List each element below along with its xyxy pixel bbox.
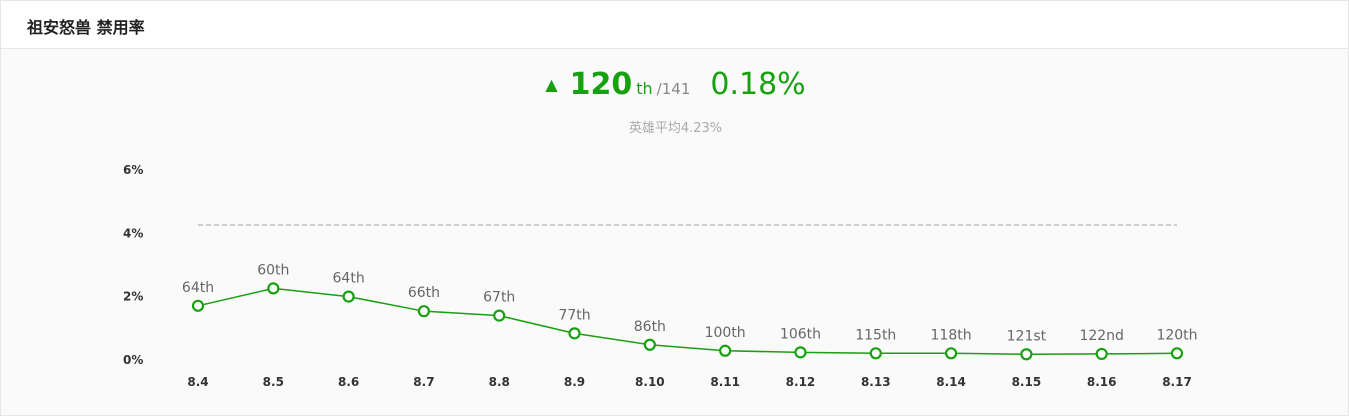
data-label: 122nd bbox=[1079, 328, 1123, 344]
data-point bbox=[267, 282, 280, 295]
data-label: 64th bbox=[333, 271, 365, 287]
x-tick-label: 8.16 bbox=[1087, 375, 1117, 389]
data-point bbox=[1020, 348, 1033, 361]
data-point bbox=[944, 347, 958, 360]
data-label: 60th bbox=[257, 262, 289, 278]
data-label: 115th bbox=[855, 327, 896, 343]
data-label: 86th bbox=[634, 319, 666, 335]
x-tick-label: 8.8 bbox=[489, 375, 510, 389]
x-tick-label: 8.5 bbox=[263, 375, 284, 389]
x-tick-label: 8.10 bbox=[635, 375, 665, 389]
ban-rate-panel: 祖安怒兽 禁用率 ▲ 120 th /141 0.18% 英雄平均4.23% 0… bbox=[0, 0, 1349, 416]
ban-rate-chart: 0% 2% 4% 6% 8.4 8.5 8.6 8.7 8.8 8.9 8.10 8.11 8.12 8.… bbox=[123, 163, 1198, 389]
x-tick-label: 8.11 bbox=[710, 375, 740, 389]
data-label: 118th bbox=[931, 327, 972, 343]
data-label: 120th bbox=[1156, 327, 1197, 343]
data-point bbox=[342, 290, 355, 303]
data-label: 67th bbox=[483, 290, 515, 306]
data-point bbox=[643, 338, 656, 351]
data-label: 77th bbox=[558, 307, 590, 323]
y-tick-label: 2% bbox=[123, 290, 143, 304]
x-tick-label: 8.6 bbox=[338, 375, 359, 389]
x-tick-label: 8.9 bbox=[564, 375, 585, 389]
data-point bbox=[568, 327, 581, 340]
data-label: 100th bbox=[705, 325, 746, 341]
y-tick-label: 4% bbox=[123, 226, 143, 240]
x-tick-label: 8.15 bbox=[1012, 375, 1042, 389]
data-point bbox=[417, 305, 431, 318]
data-label: 64th bbox=[182, 280, 214, 296]
data-label: 66th bbox=[408, 285, 440, 301]
data-point bbox=[1095, 347, 1108, 361]
x-tick-label: 8.12 bbox=[786, 375, 816, 389]
x-tick-label: 8.4 bbox=[187, 375, 208, 389]
data-point bbox=[191, 299, 205, 312]
y-tick-label: 0% bbox=[123, 353, 143, 367]
x-tick-label: 8.14 bbox=[936, 375, 966, 389]
data-label: 121st bbox=[1007, 328, 1047, 344]
data-point bbox=[493, 309, 506, 322]
x-tick-label: 8.17 bbox=[1162, 375, 1192, 389]
data-point bbox=[869, 347, 882, 360]
x-tick-label: 8.7 bbox=[413, 375, 434, 389]
data-point bbox=[719, 344, 732, 357]
y-tick-label: 6% bbox=[123, 163, 143, 177]
x-tick-label: 8.13 bbox=[861, 375, 891, 389]
data-point bbox=[1170, 347, 1184, 360]
data-label: 106th bbox=[780, 326, 821, 342]
data-point bbox=[794, 346, 807, 359]
